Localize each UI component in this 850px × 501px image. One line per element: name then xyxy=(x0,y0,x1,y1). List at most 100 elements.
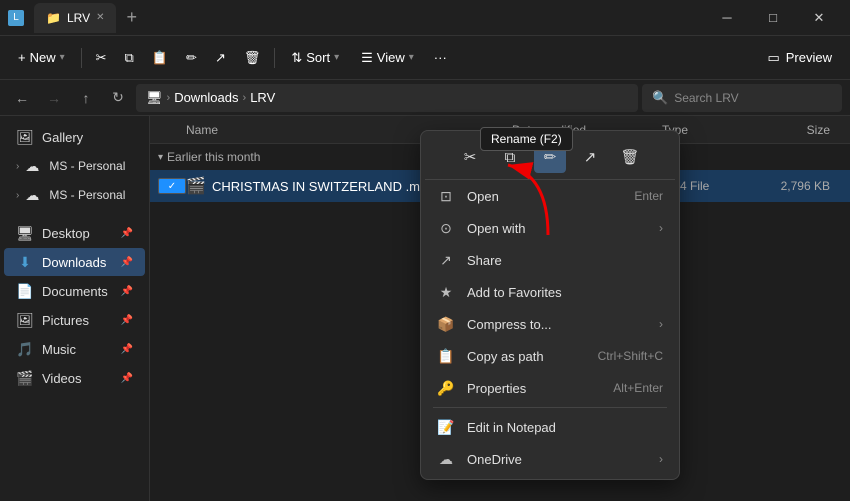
sort-chevron: ▾ xyxy=(334,52,339,63)
delete-icon: 🗑 xyxy=(244,50,261,66)
sort-label: Sort xyxy=(306,50,330,65)
tab-close-button[interactable]: ✕ xyxy=(96,12,104,23)
sidebar-label-ms2: MS - Personal xyxy=(49,188,125,202)
ctx-favorites-label: Add to Favorites xyxy=(467,285,663,300)
share-button[interactable]: ↗ xyxy=(207,42,234,74)
new-label: New xyxy=(30,50,56,65)
file-checkbox[interactable]: ✓ xyxy=(158,178,186,194)
sidebar-item-pictures[interactable]: 🖼 Pictures 📌 xyxy=(4,306,145,334)
ctx-open-shortcut: Enter xyxy=(634,189,663,203)
more-icon: ··· xyxy=(434,50,447,65)
preview-label: Preview xyxy=(786,50,832,65)
tab-label: LRV xyxy=(67,11,90,25)
path-part-downloads[interactable]: Downloads xyxy=(174,90,238,105)
file-type-icon: 🎬 xyxy=(186,176,206,196)
open-with-icon: ⊙ xyxy=(437,219,455,237)
tooltip-text: Rename (F2) xyxy=(491,132,562,146)
rename-tooltip: Rename (F2) xyxy=(480,127,573,151)
sidebar-label-pictures: Pictures xyxy=(42,313,89,328)
sidebar-item-ms1[interactable]: › ☁ MS - Personal xyxy=(4,152,145,180)
pin-icon-documents: 📌 xyxy=(121,286,133,297)
sidebar-label-documents: Documents xyxy=(42,284,108,299)
title-bar-left: L 📁 LRV ✕ + xyxy=(8,3,143,33)
preview-icon: ▭ xyxy=(767,50,779,66)
ctx-open-with-arrow: › xyxy=(659,221,663,235)
favorites-icon: ★ xyxy=(437,283,455,301)
view-button[interactable]: ☰ View ▾ xyxy=(351,42,424,74)
documents-icon: 📄 xyxy=(16,282,34,300)
ctx-open[interactable]: ⊡ Open Enter xyxy=(425,180,675,212)
up-button[interactable]: ↑ xyxy=(72,84,100,112)
expand-icon-2: › xyxy=(16,190,19,201)
toolbar: + New ▾ ✂ ⧉ 📋 ✏ ↗ 🗑 ⇅ Sort ▾ ☰ View ▾ ··… xyxy=(0,36,850,80)
expand-group-icon: ▾ xyxy=(158,152,163,163)
ctx-open-label: Open xyxy=(467,189,622,204)
new-tab-button[interactable]: + xyxy=(120,7,143,28)
address-bar: ← → ↑ ↻ 🖥 › Downloads › LRV 🔍 Search LRV xyxy=(0,80,850,116)
separator-2 xyxy=(274,48,275,68)
search-box[interactable]: 🔍 Search LRV xyxy=(642,84,842,112)
pin-icon-music: 📌 xyxy=(121,344,133,355)
window-controls: ─ □ ✕ xyxy=(704,0,842,36)
ctx-copy-path[interactable]: 📋 Copy as path Ctrl+Shift+C xyxy=(425,340,675,372)
sidebar: 🖼 Gallery › ☁ MS - Personal › ☁ MS - Per… xyxy=(0,116,150,501)
new-button[interactable]: + New ▾ xyxy=(8,42,75,74)
search-icon: 🔍 xyxy=(652,90,668,106)
sort-button[interactable]: ⇅ Sort ▾ xyxy=(281,42,349,74)
ctx-notepad-label: Edit in Notepad xyxy=(467,420,663,435)
videos-icon: 🎬 xyxy=(16,369,34,387)
downloads-icon: ⬇ xyxy=(16,253,34,271)
ctx-open-with[interactable]: ⊙ Open with › xyxy=(425,212,675,244)
paste-button[interactable]: 📋 xyxy=(144,42,176,74)
new-icon: + xyxy=(18,50,26,65)
sidebar-item-videos[interactable]: 🎬 Videos 📌 xyxy=(4,364,145,392)
expand-icon: › xyxy=(16,161,19,172)
new-chevron: ▾ xyxy=(60,52,65,63)
ctx-properties[interactable]: 🔑 Properties Alt+Enter xyxy=(425,372,675,404)
context-menu: ✂ ⧉ ✏ ↗ 🗑 ⊡ Open Enter ⊙ Open with › ↗ S… xyxy=(420,130,680,480)
sort-icon: ⇅ xyxy=(291,50,302,66)
ctx-edit-notepad[interactable]: 📝 Edit in Notepad xyxy=(425,411,675,443)
paste-icon: 📋 xyxy=(152,50,168,66)
view-icon: ☰ xyxy=(361,50,373,66)
ctx-add-favorites[interactable]: ★ Add to Favorites xyxy=(425,276,675,308)
sidebar-item-ms2[interactable]: › ☁ MS - Personal xyxy=(4,181,145,209)
rename-button[interactable]: ✏ xyxy=(178,42,205,74)
ctx-share-button[interactable]: ↗ xyxy=(574,141,606,173)
ctx-onedrive[interactable]: ☁ OneDrive › xyxy=(425,443,675,475)
ctx-delete-button[interactable]: 🗑 xyxy=(614,141,646,173)
preview-button[interactable]: ▭ Preview xyxy=(757,46,842,70)
cut-button[interactable]: ✂ xyxy=(88,42,115,74)
path-part-lrv[interactable]: LRV xyxy=(250,90,275,105)
sidebar-item-documents[interactable]: 📄 Documents 📌 xyxy=(4,277,145,305)
more-button[interactable]: ··· xyxy=(426,42,455,74)
ctx-compress[interactable]: 📦 Compress to... › xyxy=(425,308,675,340)
refresh-button[interactable]: ↻ xyxy=(104,84,132,112)
ms-icon-1: ☁ xyxy=(23,157,41,175)
pin-icon-pictures: 📌 xyxy=(121,315,133,326)
gallery-icon: 🖼 xyxy=(16,128,34,146)
view-chevron: ▾ xyxy=(409,52,414,63)
maximize-button[interactable]: □ xyxy=(750,0,796,36)
address-path[interactable]: 🖥 › Downloads › LRV xyxy=(136,84,638,112)
location-icon: 🖥 xyxy=(146,90,163,106)
sidebar-item-desktop[interactable]: 🖥 Desktop 📌 xyxy=(4,219,145,247)
sidebar-label-videos: Videos xyxy=(42,371,82,386)
ctx-compress-label: Compress to... xyxy=(467,317,647,332)
copy-button[interactable]: ⧉ xyxy=(117,42,142,74)
minimize-button[interactable]: ─ xyxy=(704,0,750,36)
delete-button[interactable]: 🗑 xyxy=(236,42,269,74)
ctx-compress-arrow: › xyxy=(659,317,663,331)
tab-lrv[interactable]: 📁 LRV ✕ xyxy=(34,3,116,33)
forward-button[interactable]: → xyxy=(40,84,68,112)
close-button[interactable]: ✕ xyxy=(796,0,842,36)
sidebar-item-gallery[interactable]: 🖼 Gallery xyxy=(4,123,145,151)
sidebar-item-music[interactable]: 🎵 Music 📌 xyxy=(4,335,145,363)
ctx-separator xyxy=(433,407,667,408)
ctx-onedrive-arrow: › xyxy=(659,452,663,466)
ctx-share[interactable]: ↗ Share xyxy=(425,244,675,276)
share-icon: ↗ xyxy=(215,50,226,66)
sidebar-item-downloads[interactable]: ⬇ Downloads 📌 xyxy=(4,248,145,276)
sidebar-label-gallery: Gallery xyxy=(42,130,83,145)
back-button[interactable]: ← xyxy=(8,84,36,112)
